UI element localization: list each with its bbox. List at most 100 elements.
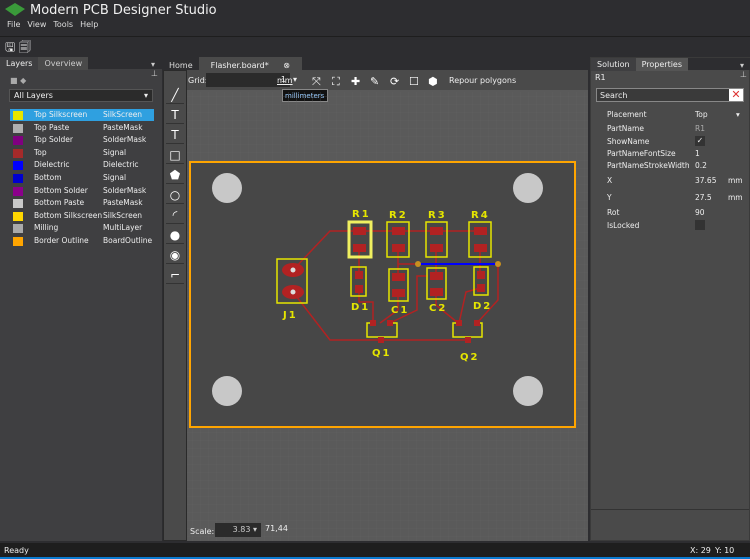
property-checkbox[interactable] [695,220,705,230]
fit-icon[interactable]: ⛶ [332,75,340,89]
tab-layers[interactable]: Layers [0,57,39,70]
layer-type: SilkScreen [103,210,143,220]
status-bar: Ready X: 29 Y: 10 [0,543,750,559]
property-name: Placement [607,110,647,119]
layer-type: SilkScreen [103,110,143,119]
layer-color-swatch[interactable] [13,174,23,183]
property-value[interactable]: 90 [695,208,705,217]
layer-name: Bottom Silkscreen [34,210,103,220]
layer-row[interactable]: Top Signal [10,147,154,159]
layer-type: SolderMask [103,135,147,145]
scale-extra: 71,44 [265,524,288,533]
layer-color-swatch[interactable] [13,199,23,209]
layer-row[interactable]: Bottom Paste PasteMask [10,197,154,209]
layer-row[interactable]: Milling MultiLayer [10,222,154,234]
tab-solution[interactable]: Solution [591,58,636,71]
layer-color-swatch[interactable] [13,237,23,246]
layer-name: Top Paste [34,122,70,132]
layer-name: Top Solder [34,135,73,145]
layer-color-swatch[interactable] [13,148,23,158]
tab-overview[interactable]: Overview [38,57,89,70]
property-checkbox[interactable]: ✓ [695,136,705,146]
pin-icon[interactable]: ▾ ⊥ [734,59,750,81]
add-icon[interactable]: ✚ [351,75,360,88]
layer-name: Milling [34,223,59,233]
app-title: Modern PCB Designer Studio [30,3,217,18]
layer-color-swatch[interactable] [13,111,23,120]
layer-type: PasteMask [103,198,143,208]
arc-tool-icon[interactable]: ◜ [166,206,184,224]
layer-row[interactable]: Top Solder SolderMask [10,134,154,146]
layer-color-swatch[interactable] [13,161,23,171]
property-value[interactable]: 0.2 [695,161,707,170]
circle-tool-icon[interactable]: ○ [166,186,184,204]
layer-row[interactable]: Border Outline BoardOutline [10,235,154,247]
property-search-input[interactable]: Search [596,88,744,102]
layer-name: Top Silkscreen [34,110,88,119]
property-unit: mm [728,193,743,202]
menu-tools[interactable]: Tools [53,20,73,29]
layer-color-swatch[interactable] [13,123,23,133]
layer-row[interactable]: Top Silkscreen SilkScreen [10,109,154,121]
property-value[interactable]: 27.5 [695,193,712,202]
property-name: Y [607,193,612,202]
menu-view[interactable]: View [27,20,46,29]
line-tool-icon[interactable]: ╱ [166,86,184,104]
polygon-tool-icon[interactable]: ⬟ [166,166,184,184]
rectangle-tool-icon[interactable]: □ [166,146,184,164]
property-name: X [607,176,613,185]
layer-color-swatch[interactable] [13,211,23,221]
menu-help[interactable]: Help [80,20,98,29]
layer-visibility-icon[interactable]: ■ ◆ [10,76,26,85]
save-icon[interactable]: 🖫 [5,38,15,59]
layer-row[interactable]: Top Paste PasteMask [10,122,154,134]
layer-row[interactable]: Bottom Silkscreen SilkScreen [10,210,154,222]
chevron-down-icon[interactable]: ▾ [736,110,740,119]
layer-row[interactable]: Bottom Solder SolderMask [10,185,154,197]
chevron-down-icon[interactable]: ▾ [293,75,297,84]
main-toolbar: 🖫 🗐 [0,36,750,54]
pin-icon[interactable]: ▾ ⊥ [145,58,164,80]
layer-type: Signal [103,173,127,182]
layer-name: Bottom Paste [34,198,85,208]
scale-dropdown[interactable]: 3.83 ▾ [215,523,261,537]
layer-name: Border Outline [34,236,89,245]
property-value[interactable]: 1 [695,149,700,158]
property-name: ShowName [607,137,650,146]
layer-filter-value: All Layers [14,91,53,100]
save-all-icon[interactable]: 🗐 [19,38,31,59]
layer-name: Top [34,147,47,157]
cursor-x: X: 29 [690,546,711,555]
rectangle-icon[interactable]: ☐ [409,75,419,88]
text-tool-icon[interactable]: T [166,106,184,124]
repour-polygons-button[interactable]: Repour polygons [449,76,516,85]
unit-dropdown[interactable]: mm [277,76,293,85]
layer-color-swatch[interactable] [13,224,23,234]
property-name: PartName [607,124,644,133]
property-value[interactable]: Top [695,110,708,119]
layer-row[interactable]: Dielectric Dielectric [10,159,154,171]
filled-circle-tool-icon[interactable]: ● [166,226,184,244]
layer-type: MultiLayer [103,223,143,233]
zoom-extents-icon[interactable]: ⤧ [312,75,321,89]
trace-tool-icon[interactable]: ⌐ [166,266,184,284]
clear-search-icon[interactable]: ✕ [729,89,743,101]
layer-name: Bottom Solder [34,185,88,195]
property-unit: mm [728,176,743,185]
menu-bar: File View Tools Help [0,20,98,34]
pencil-icon[interactable]: ✎ [370,75,379,88]
tab-properties[interactable]: Properties [635,58,689,71]
status-text: Ready [4,546,29,555]
package-icon[interactable]: ⬢ [428,75,438,88]
via-tool-icon[interactable]: ◉ [166,246,184,264]
layer-color-swatch[interactable] [13,186,23,196]
text-outline-tool-icon[interactable]: Ｔ [166,126,184,144]
menu-file[interactable]: File [7,20,20,29]
property-value[interactable]: 37.65 [695,176,716,185]
refresh-icon[interactable]: ⟳ [390,75,399,88]
layer-filter-dropdown[interactable]: All Layers ▾ [9,89,153,102]
cursor-y: Y: 10 [715,546,735,555]
property-value[interactable]: R1 [695,124,705,133]
layer-row[interactable]: Bottom Signal [10,172,154,184]
layer-color-swatch[interactable] [13,136,23,146]
